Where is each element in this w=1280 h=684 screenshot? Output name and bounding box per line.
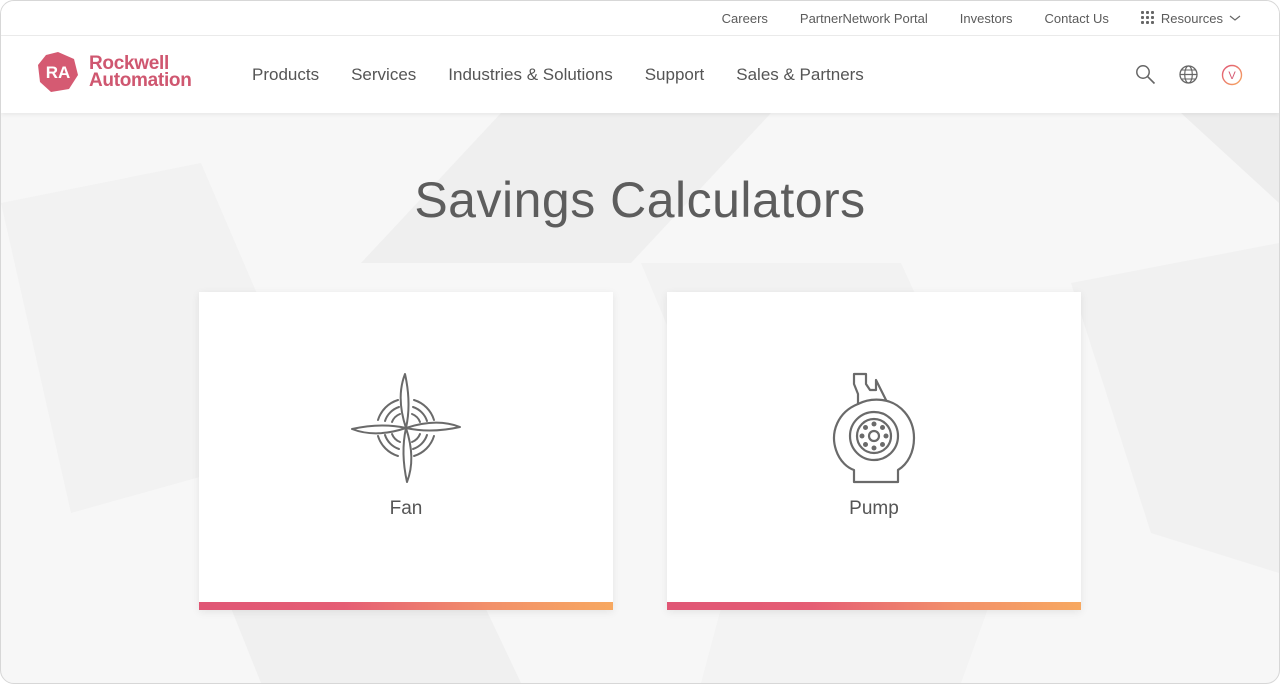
globe-icon[interactable]	[1178, 64, 1199, 85]
utility-links: Careers PartnerNetwork Portal Investors …	[722, 1, 1241, 35]
nav-item-products[interactable]: Products	[252, 65, 319, 85]
logo-line2: Automation	[89, 70, 192, 91]
fan-calculator-card[interactable]: Fan	[199, 292, 613, 610]
page-title: Savings Calculators	[414, 172, 866, 228]
svg-text:RA: RA	[46, 63, 71, 82]
card-accent-bar	[667, 602, 1081, 610]
avatar-initial: V	[1228, 70, 1236, 82]
pump-card-label: Pump	[849, 498, 899, 519]
nav-item-industries-solutions[interactable]: Industries & Solutions	[448, 65, 612, 85]
pump-calculator-card[interactable]: Pump	[667, 292, 1081, 610]
card-accent-bar	[199, 602, 613, 610]
page-frame: Careers PartnerNetwork Portal Investors …	[0, 0, 1280, 684]
resources-label: Resources	[1160, 10, 1223, 26]
partnernetwork-portal-link[interactable]: PartnerNetwork Portal	[800, 11, 928, 26]
nav-item-support[interactable]: Support	[645, 65, 705, 85]
search-icon[interactable]	[1135, 64, 1156, 85]
logo[interactable]: RA Rockwell Automation	[37, 51, 192, 93]
investors-link[interactable]: Investors	[960, 11, 1013, 26]
user-avatar-icon[interactable]: V	[1221, 64, 1243, 86]
careers-link[interactable]: Careers	[722, 11, 768, 26]
nav-item-sales-partners[interactable]: Sales & Partners	[736, 65, 864, 85]
fan-card-label: Fan	[389, 498, 423, 519]
contact-us-link[interactable]: Contact Us	[1045, 11, 1109, 26]
logo-wordmark: Rockwell Automation	[89, 54, 192, 91]
logo-mark: RA	[38, 52, 78, 92]
utility-bar: Careers PartnerNetwork Portal Investors …	[1, 1, 1279, 36]
header-icons: V	[1135, 36, 1243, 113]
main-header: RA Rockwell Automation Products Services…	[1, 36, 1279, 113]
pump-icon	[832, 372, 916, 484]
resources-menu[interactable]: Resources	[1140, 10, 1241, 26]
grid-icon	[1140, 11, 1155, 25]
nav-item-services[interactable]: Services	[351, 65, 416, 85]
fan-icon	[351, 373, 461, 483]
chevron-down-icon	[1229, 15, 1241, 21]
primary-nav: Products Services Industries & Solutions…	[252, 36, 864, 113]
